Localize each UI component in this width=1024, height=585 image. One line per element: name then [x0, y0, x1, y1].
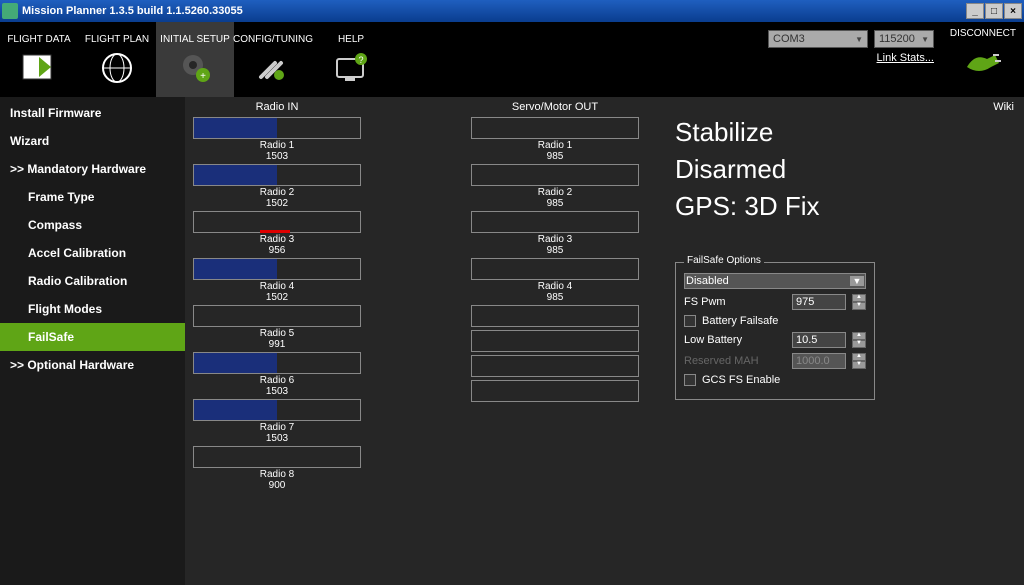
low-battery-input[interactable]: [792, 332, 846, 348]
radio-in-header: Radio IN: [256, 101, 299, 113]
monitor-help-icon: ?: [327, 48, 375, 88]
low-battery-label: Low Battery: [684, 334, 786, 346]
maximize-button[interactable]: □: [985, 3, 1003, 19]
tab-flight-plan[interactable]: FLIGHT PLAN: [78, 22, 156, 97]
wiki-link[interactable]: Wiki: [993, 101, 1014, 113]
minimize-button[interactable]: _: [966, 3, 984, 19]
tab-help[interactable]: HELP ?: [312, 22, 390, 97]
servo-out-6: [471, 330, 639, 353]
servo-out-7: [471, 355, 639, 378]
baud-select[interactable]: 115200▼: [874, 30, 934, 48]
content-area: Wiki Radio IN Radio 11503Radio 21502Radi…: [185, 97, 1024, 585]
gear-plus-icon: +: [171, 48, 219, 88]
servo-out-1: Radio 1985: [471, 117, 639, 162]
wrench-icon: [249, 48, 297, 88]
svg-text:?: ?: [358, 55, 363, 65]
servo-out-4: Radio 4985: [471, 258, 639, 303]
reserved-up: ▲: [852, 353, 866, 361]
reserved-mah-input: [792, 353, 846, 369]
servo-out-3: Radio 3985: [471, 211, 639, 256]
port-select[interactable]: COM3▼: [768, 30, 868, 48]
failsafe-legend: FailSafe Options: [684, 255, 764, 266]
globe-icon: [93, 48, 141, 88]
close-button[interactable]: ×: [1004, 3, 1022, 19]
sidebar-compass[interactable]: Compass: [0, 211, 185, 239]
sidebar-flight-modes[interactable]: Flight Modes: [0, 295, 185, 323]
gcs-fs-checkbox[interactable]: [684, 374, 696, 386]
failsafe-mode-select[interactable]: Disabled▼: [684, 273, 866, 289]
radio-in-1: Radio 11503: [193, 117, 361, 162]
servo-out-5: [471, 305, 639, 328]
battery-failsafe-checkbox[interactable]: [684, 315, 696, 327]
radio-in-7: Radio 71503: [193, 399, 361, 444]
radio-in-column: Radio IN Radio 11503Radio 21502Radio 395…: [193, 101, 361, 493]
flight-mode: Stabilize: [675, 117, 819, 148]
servo-out-column: Servo/Motor OUT Radio 1985Radio 2985Radi…: [471, 101, 639, 493]
reserved-mah-label: Reserved MAH: [684, 355, 786, 367]
low-battery-down[interactable]: ▼: [852, 340, 866, 348]
link-stats-link[interactable]: Link Stats...: [877, 52, 934, 64]
fs-pwm-label: FS Pwm: [684, 296, 786, 308]
flight-data-icon: [15, 48, 63, 88]
fs-pwm-down[interactable]: ▼: [852, 302, 866, 310]
servo-out-8: [471, 380, 639, 403]
servo-out-header: Servo/Motor OUT: [512, 101, 598, 113]
radio-in-6: Radio 61503: [193, 352, 361, 397]
sidebar-radio-calibration[interactable]: Radio Calibration: [0, 267, 185, 295]
radio-in-8: Radio 8900: [193, 446, 361, 491]
tab-flight-data[interactable]: FLIGHT DATA: [0, 22, 78, 97]
sidebar-frame-type[interactable]: Frame Type: [0, 183, 185, 211]
tab-initial-setup[interactable]: INITIAL SETUP +: [156, 22, 234, 97]
sidebar-wizard[interactable]: Wizard: [0, 127, 185, 155]
plug-icon: [961, 43, 1005, 77]
fs-pwm-input[interactable]: [792, 294, 846, 310]
svg-text:+: +: [200, 71, 206, 82]
gcs-fs-label: GCS FS Enable: [702, 374, 780, 386]
status-area: Stabilize Disarmed GPS: 3D Fix: [675, 117, 819, 228]
low-battery-up[interactable]: ▲: [852, 332, 866, 340]
arm-status: Disarmed: [675, 154, 819, 185]
radio-in-3: Radio 3956: [193, 211, 361, 256]
app-icon: [2, 3, 18, 19]
servo-out-2: Radio 2985: [471, 164, 639, 209]
tab-config-tuning[interactable]: CONFIG/TUNING: [234, 22, 312, 97]
radio-in-4: Radio 41502: [193, 258, 361, 303]
radio-in-2: Radio 21502: [193, 164, 361, 209]
reserved-down: ▼: [852, 361, 866, 369]
sidebar-failsafe[interactable]: FailSafe: [0, 323, 185, 351]
battery-failsafe-label: Battery Failsafe: [702, 315, 778, 327]
toolbar: FLIGHT DATA FLIGHT PLAN INITIAL SETUP + …: [0, 22, 1024, 97]
sidebar: Install Firmware Wizard >> Mandatory Har…: [0, 97, 185, 585]
gps-status: GPS: 3D Fix: [675, 191, 819, 222]
sidebar-install-firmware[interactable]: Install Firmware: [0, 99, 185, 127]
sidebar-optional-hardware[interactable]: >> Optional Hardware: [0, 351, 185, 379]
titlebar: Mission Planner 1.3.5 build 1.1.5260.330…: [0, 0, 1024, 22]
fs-pwm-up[interactable]: ▲: [852, 294, 866, 302]
sidebar-mandatory-hardware[interactable]: >> Mandatory Hardware: [0, 155, 185, 183]
radio-in-5: Radio 5991: [193, 305, 361, 350]
window-title: Mission Planner 1.3.5 build 1.1.5260.330…: [22, 5, 966, 17]
disconnect-button[interactable]: DISCONNECT: [950, 28, 1016, 80]
failsafe-options-box: FailSafe Options Disabled▼ FS Pwm ▲▼ Bat…: [675, 262, 875, 400]
sidebar-accel-calibration[interactable]: Accel Calibration: [0, 239, 185, 267]
